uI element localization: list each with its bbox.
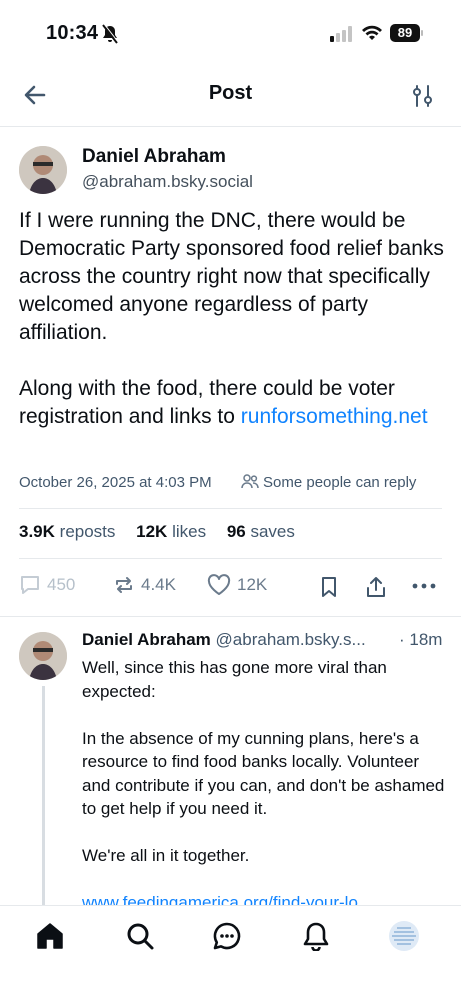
search-icon[interactable] — [125, 921, 155, 951]
page-title: Post — [208, 82, 253, 104]
reply-author-avatar[interactable] — [19, 632, 67, 680]
thread-line — [42, 686, 45, 906]
repost-count: 4.4K — [141, 575, 176, 594]
like-count: 12K — [237, 575, 268, 594]
wifi-icon — [362, 25, 382, 40]
bookmark-icon[interactable] — [319, 576, 339, 598]
cellular-signal-icon — [330, 26, 352, 42]
people-icon — [241, 474, 259, 489]
reposts-count: 3.9K — [19, 522, 55, 541]
divider — [19, 508, 442, 509]
divider — [19, 558, 442, 559]
status-bar: 10:34 89 — [0, 0, 461, 66]
bottom-tab-bar — [0, 905, 461, 1001]
reposts-label: reposts — [59, 522, 116, 541]
profile-avatar[interactable] — [389, 921, 419, 951]
repost-icon — [116, 577, 132, 593]
author-handle[interactable]: @abraham.bsky.social — [82, 172, 253, 192]
reply-author-line[interactable]: Daniel Abraham @abraham.bsky.s... — [82, 630, 447, 650]
reply-body: Well, since this has gone more viral tha… — [82, 656, 447, 915]
bell-muted-icon — [102, 24, 119, 44]
more-options-icon[interactable] — [412, 583, 436, 589]
author-name[interactable]: Daniel Abraham — [82, 146, 226, 168]
post-timestamp: October 26, 2025 at 4:03 PM — [19, 474, 212, 491]
sliders-icon[interactable] — [412, 84, 434, 108]
likes-stat[interactable]: 12K likes — [136, 522, 206, 541]
battery-nub — [421, 30, 423, 36]
share-icon[interactable] — [365, 575, 387, 599]
post-body: If I were running the DNC, there would b… — [19, 207, 449, 431]
status-time: 10:34 — [46, 22, 99, 44]
reposts-stat[interactable]: 3.9K reposts — [19, 522, 115, 541]
author-avatar[interactable] — [19, 146, 67, 194]
bell-icon[interactable] — [301, 921, 331, 951]
likes-count: 12K — [136, 522, 168, 541]
reply-button[interactable]: 450 — [19, 574, 75, 596]
reply-count: 450 — [47, 575, 76, 594]
post-stats: 3.9K reposts 12K likes 96 saves — [19, 522, 295, 542]
reply-time: · 18m — [399, 630, 443, 649]
likes-label: likes — [172, 522, 207, 541]
saves-label: saves — [250, 522, 295, 541]
home-icon[interactable] — [35, 921, 65, 951]
like-button[interactable]: 12K — [207, 574, 267, 596]
divider — [0, 616, 461, 617]
heart-icon — [207, 574, 231, 595]
reply-setting-label: Some people can reply — [263, 474, 417, 491]
saves-stat[interactable]: 96 saves — [227, 522, 295, 541]
repost-button[interactable]: 4.4K — [113, 574, 176, 596]
post-header: Post — [0, 66, 461, 127]
saves-count: 96 — [226, 522, 246, 541]
reply-author-handle: @abraham.bsky.s... — [215, 630, 366, 649]
reply-author-name: Daniel Abraham — [82, 630, 211, 649]
reply-text: Well, since this has gone more viral tha… — [82, 658, 445, 865]
chat-icon[interactable] — [212, 921, 242, 951]
battery-indicator: 89 — [390, 24, 420, 42]
chat-bubble-icon — [21, 576, 39, 594]
post-text: If I were running the DNC, there would b… — [19, 209, 444, 428]
reply-setting[interactable]: Some people can reply — [241, 474, 416, 491]
post-link[interactable]: runforsomething.net — [241, 405, 428, 428]
